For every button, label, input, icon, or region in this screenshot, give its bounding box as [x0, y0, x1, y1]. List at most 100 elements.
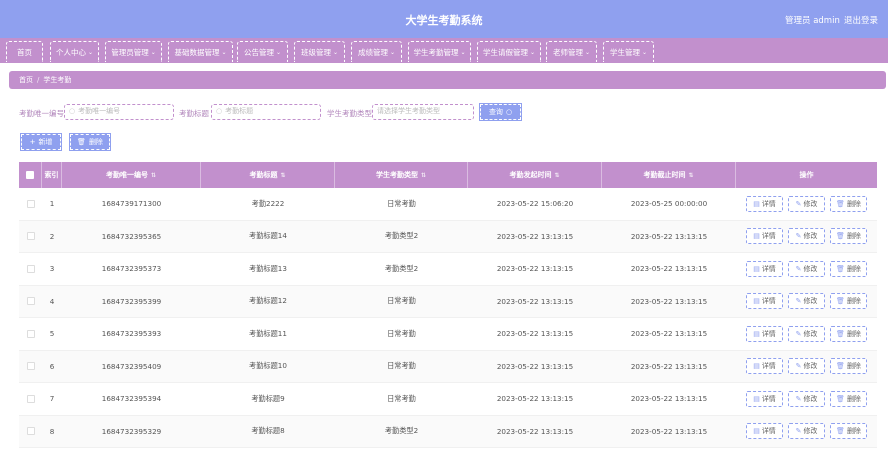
breadcrumb-separator: /	[37, 76, 40, 84]
bulk-delete-button[interactable]: 🗑 删除	[69, 133, 111, 151]
cell-type-text: 考勤类型2	[384, 231, 419, 241]
cell-start-text: 2023-05-22 13:13:15	[496, 264, 574, 274]
column-header[interactable]: 考勤标题 ⇅	[201, 162, 335, 188]
delete-button[interactable]: 🗑 删除	[830, 293, 867, 310]
column-header[interactable]: 考勤发起时间 ⇅	[468, 162, 602, 188]
edit-icon: ✎	[795, 362, 802, 371]
chevron-down-icon: ⌄	[641, 48, 648, 56]
edit-button[interactable]: ✎ 修改	[788, 358, 825, 375]
sort-icon[interactable]: ⇅	[688, 172, 693, 179]
breadcrumb-home[interactable]: 首页	[19, 76, 33, 84]
cell-title: 考勤标题13	[201, 253, 335, 285]
cell-title: 考勤标题14	[201, 221, 335, 253]
nav-item-label: 学生管理	[609, 47, 640, 57]
cell-index: 5	[42, 318, 62, 350]
search-button[interactable]: 查询 ○	[479, 103, 522, 121]
edit-button-label: 修改	[803, 264, 818, 273]
nav-item-label: 学生请假管理	[482, 47, 528, 57]
trash-icon: 🗑	[836, 232, 845, 241]
document-icon: ▤	[753, 362, 760, 371]
nav-item-2[interactable]: 管理员管理 ⌄	[105, 41, 162, 62]
trash-icon: 🗑	[77, 138, 86, 146]
cell-id: 1684732395399	[62, 286, 201, 318]
delete-button[interactable]: 🗑 删除	[830, 390, 867, 407]
nav-item-7[interactable]: 学生考勤管理 ⌄	[408, 41, 471, 62]
sort-icon[interactable]: ⇅	[280, 172, 285, 179]
breadcrumb: 首页 / 学生考勤	[9, 71, 886, 89]
column-header: 操作	[736, 162, 877, 188]
row-checkbox[interactable]	[26, 232, 35, 241]
edit-button[interactable]: ✎ 修改	[788, 260, 825, 277]
nav-item-label: 成绩管理	[357, 47, 388, 57]
row-checkbox[interactable]	[26, 329, 35, 338]
row-actions: ▤ 详情 ✎ 修改 🗑 删除	[736, 221, 877, 253]
cell-start-text: 2023-05-22 13:13:15	[496, 231, 574, 241]
detail-button[interactable]: ▤ 详情	[746, 390, 783, 407]
row-checkbox[interactable]	[26, 297, 35, 306]
cell-end-text: 2023-05-22 13:13:15	[630, 394, 708, 404]
edit-button[interactable]: ✎ 修改	[788, 423, 825, 440]
logout-link[interactable]: 退出登录	[844, 14, 878, 26]
cell-title: 考勤标题11	[201, 318, 335, 350]
edit-button[interactable]: ✎ 修改	[788, 228, 825, 245]
delete-button[interactable]: 🗑 删除	[830, 325, 867, 342]
delete-button[interactable]: 🗑 删除	[830, 260, 867, 277]
cell-index-text: 3	[49, 264, 55, 274]
edit-button[interactable]: ✎ 修改	[788, 293, 825, 310]
document-icon: ▤	[753, 232, 760, 241]
filter-title-input[interactable]: ○ 考勤标题	[211, 104, 321, 120]
row-checkbox[interactable]	[26, 362, 35, 371]
document-icon: ▤	[753, 427, 760, 436]
edit-button[interactable]: ✎ 修改	[788, 390, 825, 407]
row-checkbox[interactable]	[26, 264, 35, 273]
nav-item-3[interactable]: 基础数据管理 ⌄	[168, 41, 233, 62]
column-header[interactable]: 学生考勤类型 ⇅	[335, 162, 468, 188]
nav-item-4[interactable]: 公告管理 ⌄	[237, 41, 288, 62]
nav-item-1[interactable]: 个人中心 ⌄	[50, 41, 99, 62]
nav-item-10[interactable]: 学生管理 ⌄	[603, 41, 654, 62]
sort-icon[interactable]: ⇅	[554, 172, 559, 179]
column-header[interactable]: 考勤唯一编号 ⇅	[62, 162, 201, 188]
cell-title-text: 考勤标题10	[249, 361, 287, 371]
delete-button[interactable]: 🗑 删除	[830, 195, 867, 212]
detail-button[interactable]: ▤ 详情	[746, 293, 783, 310]
cell-end-text: 2023-05-22 13:13:15	[630, 329, 708, 339]
detail-button[interactable]: ▤ 详情	[746, 423, 783, 440]
detail-button-label: 详情	[761, 329, 776, 338]
cell-start-text: 2023-05-22 15:06:20	[496, 199, 574, 209]
cell-end: 2023-05-22 13:13:15	[602, 351, 736, 383]
nav-item-5[interactable]: 班级管理 ⌄	[294, 41, 345, 62]
row-checkbox[interactable]	[26, 427, 35, 436]
app-header: 大学生考勤系统 管理员 admin 退出登录	[0, 0, 888, 38]
edit-icon: ✎	[795, 264, 802, 273]
nav-item-0[interactable]: 首页	[6, 41, 43, 62]
detail-button[interactable]: ▤ 详情	[746, 195, 783, 212]
detail-button[interactable]: ▤ 详情	[746, 228, 783, 245]
edit-button[interactable]: ✎ 修改	[788, 195, 825, 212]
row-actions: ▤ 详情 ✎ 修改 🗑 删除	[736, 383, 877, 415]
chevron-down-icon: ⌄	[275, 48, 282, 56]
table-row: 1 1684739171300 考勤2222 日常考勤 2023-05-22 15:06…	[19, 188, 877, 221]
sort-icon[interactable]: ⇅	[151, 172, 156, 179]
edit-button[interactable]: ✎ 修改	[788, 325, 825, 342]
detail-button[interactable]: ▤ 详情	[746, 260, 783, 277]
filter-type-select[interactable]: 请选择学生考勤类型	[372, 104, 474, 120]
nav-item-8[interactable]: 学生请假管理 ⌄	[477, 41, 541, 62]
column-header[interactable]: 考勤截止时间 ⇅	[602, 162, 736, 188]
select-all-checkbox[interactable]	[26, 171, 34, 179]
detail-button[interactable]: ▤ 详情	[746, 325, 783, 342]
delete-button[interactable]: 🗑 删除	[830, 358, 867, 375]
nav-item-9[interactable]: 老师管理 ⌄	[546, 41, 597, 62]
delete-button[interactable]: 🗑 删除	[830, 228, 867, 245]
cell-start: 2023-05-22 13:13:15	[468, 416, 602, 448]
detail-button[interactable]: ▤ 详情	[746, 358, 783, 375]
chevron-down-icon: ⌄	[584, 48, 591, 56]
filter-id-input[interactable]: ○ 考勤唯一编号	[64, 104, 174, 120]
sort-icon[interactable]: ⇅	[421, 172, 426, 179]
row-checkbox[interactable]	[26, 394, 35, 403]
add-button[interactable]: + 新增	[20, 133, 62, 151]
column-header-label: 操作	[799, 171, 814, 179]
nav-item-6[interactable]: 成绩管理 ⌄	[351, 41, 402, 62]
delete-button[interactable]: 🗑 删除	[830, 423, 867, 440]
row-checkbox[interactable]	[26, 199, 35, 208]
